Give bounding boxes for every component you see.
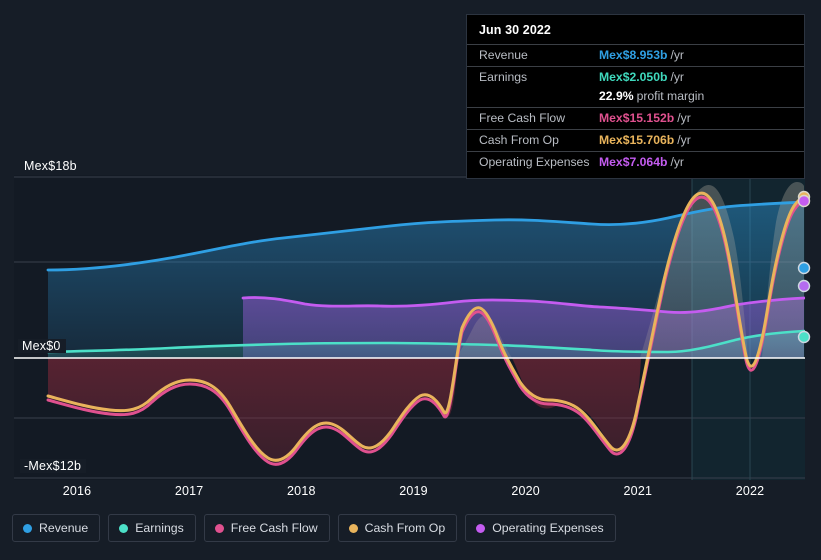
x-axis-tick-2018: 2018 bbox=[287, 484, 316, 498]
tooltip-row: Cash From Op Mex$15.706b/yr bbox=[467, 129, 804, 151]
tooltip-row-label: Earnings bbox=[479, 70, 528, 84]
tooltip-row-value: 22.9% profit margin bbox=[599, 89, 705, 103]
legend-item-operating-expenses[interactable]: Operating Expenses bbox=[465, 514, 616, 542]
tooltip-row: Revenue Mex$8.953b/yr bbox=[467, 44, 804, 66]
tooltip-row-value: Mex$8.953b/yr bbox=[599, 48, 684, 62]
chart-legend: Revenue Earnings Free Cash Flow Cash From O… bbox=[12, 514, 616, 542]
legend-color-dot-icon bbox=[348, 523, 358, 533]
legend-item-free-cash-flow[interactable]: Free Cash Flow bbox=[203, 514, 330, 542]
legend-item-earnings[interactable]: Earnings bbox=[108, 514, 196, 542]
endpoint-revenue[interactable] bbox=[797, 261, 811, 275]
tooltip-row: Operating Expenses Mex$7.064b/yr bbox=[467, 151, 804, 173]
tooltip-rows: Revenue Mex$8.953b/yr Earnings Mex$2.050b/y… bbox=[467, 44, 804, 173]
x-axis-tick-2019: 2019 bbox=[399, 484, 428, 498]
plot-area bbox=[0, 160, 821, 485]
legend-item-label: Earnings bbox=[135, 521, 184, 535]
financial-performance-chart: Mex$18b Mex$0 -Mex$12b 2016 2017 2018 2019 2… bbox=[0, 0, 821, 560]
x-axis-tick-2020: 2020 bbox=[511, 484, 540, 498]
tooltip-row: Free Cash Flow Mex$15.152b/yr bbox=[467, 107, 804, 129]
tooltip-row-label: Revenue bbox=[479, 48, 528, 62]
legend-item-label: Cash From Op bbox=[364, 521, 446, 535]
tooltip-date: Jun 30 2022 bbox=[479, 23, 551, 37]
y-axis-label-zero: Mex$0 bbox=[18, 339, 66, 353]
y-axis-label-bottom: -Mex$12b bbox=[20, 459, 87, 473]
legend-color-dot-icon bbox=[23, 523, 32, 533]
endpoint-earnings[interactable] bbox=[797, 330, 811, 344]
tooltip-row: Earnings Mex$2.050b/yr bbox=[467, 66, 804, 88]
data-tooltip: Jun 30 2022 Revenue Mex$8.953b/yr Earnings… bbox=[466, 14, 805, 179]
x-axis-tick-2016: 2016 bbox=[62, 484, 92, 498]
x-axis-tick-2022: 2022 bbox=[735, 484, 765, 498]
legend-item-cash-from-op[interactable]: Cash From Op bbox=[337, 514, 458, 542]
tooltip-row-value: Mex$7.064b/yr bbox=[599, 155, 684, 169]
tooltip-row: 22.9% profit margin bbox=[467, 88, 804, 107]
x-axis: 2016 2017 2018 2019 2020 2021 2022 bbox=[0, 484, 821, 506]
legend-color-dot-icon bbox=[119, 523, 129, 533]
tooltip-row-label: Operating Expenses bbox=[479, 155, 590, 169]
x-axis-tick-2017: 2017 bbox=[174, 484, 204, 498]
legend-item-label: Operating Expenses bbox=[492, 521, 604, 535]
legend-color-dot-icon bbox=[214, 523, 224, 533]
tooltip-row-value: Mex$15.706b/yr bbox=[599, 133, 691, 147]
x-axis-tick-2021: 2021 bbox=[623, 484, 653, 498]
tooltip-row-label: Cash From Op bbox=[479, 133, 559, 147]
endpoint-operating-expenses[interactable] bbox=[797, 279, 811, 293]
legend-color-dot-icon bbox=[476, 523, 486, 533]
legend-item-label: Free Cash Flow bbox=[230, 521, 318, 535]
endpoint-free-cash-flow[interactable] bbox=[797, 194, 811, 208]
y-axis-label-top: Mex$18b bbox=[20, 159, 82, 173]
tooltip-row-value: Mex$2.050b/yr bbox=[599, 70, 684, 84]
plot-svg bbox=[14, 175, 811, 480]
tooltip-row-label: Free Cash Flow bbox=[479, 111, 566, 125]
tooltip-row-value: Mex$15.152b/yr bbox=[599, 111, 691, 125]
legend-item-revenue[interactable]: Revenue bbox=[12, 514, 101, 542]
legend-item-label: Revenue bbox=[39, 521, 89, 535]
